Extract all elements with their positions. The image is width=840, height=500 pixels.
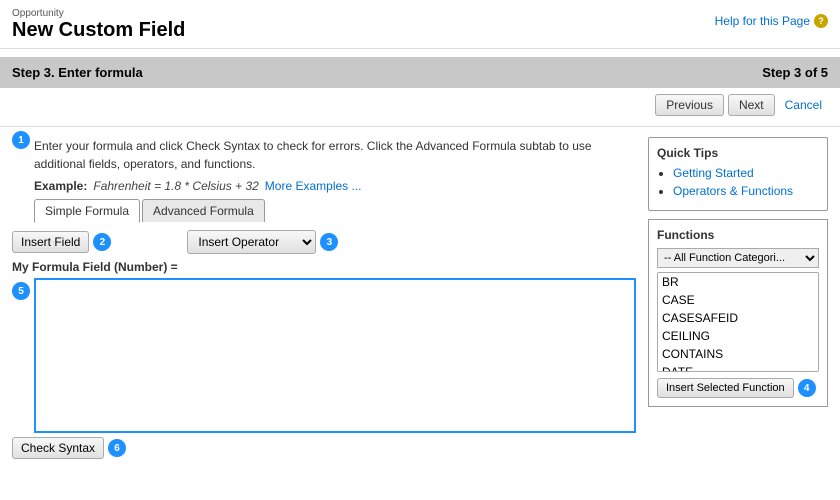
function-option-date: DATE — [658, 363, 818, 372]
formula-textarea-row: 5 — [12, 278, 636, 433]
left-panel: 1 Enter your formula and click Check Syn… — [12, 131, 636, 459]
quick-tips-item-1: Operators & Functions — [673, 184, 819, 198]
step-header: Step 3. Enter formula Step 3 of 5 — [0, 57, 840, 88]
operators-functions-link[interactable]: Operators & Functions — [673, 184, 793, 198]
insert-function-row: Insert Selected Function 4 — [657, 378, 819, 398]
intro-row: 1 Enter your formula and click Check Syn… — [12, 131, 636, 230]
formula-label: My Formula Field (Number) = — [12, 260, 636, 274]
divider-top — [0, 126, 840, 127]
quick-tips-panel: Quick Tips Getting Started Operators & F… — [648, 137, 828, 211]
function-option-case: CASE — [658, 291, 818, 309]
badge-1: 1 — [12, 131, 30, 149]
more-examples-link[interactable]: More Examples ... — [265, 179, 362, 193]
function-option-casesafeid: CASESAFEID — [658, 309, 818, 327]
insert-operator-group: Insert Operator + - * / = 3 — [187, 230, 338, 254]
page-title: New Custom Field — [12, 19, 828, 42]
example-value: Fahrenheit = 1.8 * Celsius + 32 — [93, 179, 258, 193]
badge-3: 3 — [320, 233, 338, 251]
badge-4: 4 — [798, 379, 816, 397]
previous-button[interactable]: Previous — [655, 94, 724, 116]
function-option-ceiling: CEILING — [658, 327, 818, 345]
badge-2: 2 — [93, 233, 111, 251]
help-link-text: Help for this Page — [715, 14, 810, 28]
help-link[interactable]: Help for this Page ? — [715, 14, 828, 28]
insert-selected-function-button[interactable]: Insert Selected Function — [657, 378, 794, 398]
functions-list[interactable]: BR CASE CASESAFEID CEILING CONTAINS DATE — [657, 272, 819, 372]
step-title: Step 3. Enter formula — [12, 65, 143, 80]
intro-text: Enter your formula and click Check Synta… — [34, 131, 636, 179]
functions-title: Functions — [657, 228, 819, 242]
check-syntax-button[interactable]: Check Syntax — [12, 437, 104, 459]
cancel-button[interactable]: Cancel — [779, 95, 828, 115]
function-option-contains: CONTAINS — [658, 345, 818, 363]
next-button[interactable]: Next — [728, 94, 775, 116]
example-label: Example: — [34, 179, 87, 193]
tab-advanced-formula[interactable]: Advanced Formula — [142, 199, 265, 222]
help-icon: ? — [814, 14, 828, 28]
insert-operator-select[interactable]: Insert Operator + - * / = — [187, 230, 316, 254]
right-panel: Quick Tips Getting Started Operators & F… — [648, 131, 828, 459]
insert-field-group: Insert Field 2 — [12, 231, 111, 253]
tabs-row: Simple Formula Advanced Formula — [34, 199, 636, 222]
function-option-br: BR — [658, 273, 818, 291]
tab-simple-formula[interactable]: Simple Formula — [34, 199, 140, 223]
quick-tips-item-0: Getting Started — [673, 166, 819, 180]
main-content: 1 Enter your formula and click Check Syn… — [0, 131, 840, 459]
insert-row: Insert Field 2 Insert Operator + - * / =… — [12, 230, 636, 254]
quick-tips-list: Getting Started Operators & Functions — [657, 166, 819, 198]
functions-category-select[interactable]: -- All Function Categori... — [657, 248, 819, 268]
step-count: Step 3 of 5 — [762, 65, 828, 80]
formula-textarea[interactable] — [34, 278, 636, 433]
insert-field-button[interactable]: Insert Field — [12, 231, 89, 253]
functions-panel: Functions -- All Function Categori... BR… — [648, 219, 828, 407]
nav-buttons: Previous Next Cancel — [0, 88, 840, 122]
badge-6: 6 — [108, 439, 126, 457]
opportunity-label: Opportunity — [12, 8, 828, 19]
check-syntax-group: Check Syntax 6 — [12, 437, 636, 459]
quick-tips-title: Quick Tips — [657, 146, 819, 160]
getting-started-link[interactable]: Getting Started — [673, 166, 754, 180]
example-row: Example: Fahrenheit = 1.8 * Celsius + 32… — [34, 179, 636, 193]
badge-5: 5 — [12, 282, 30, 300]
check-syntax-row: Check Syntax 6 — [12, 437, 636, 459]
